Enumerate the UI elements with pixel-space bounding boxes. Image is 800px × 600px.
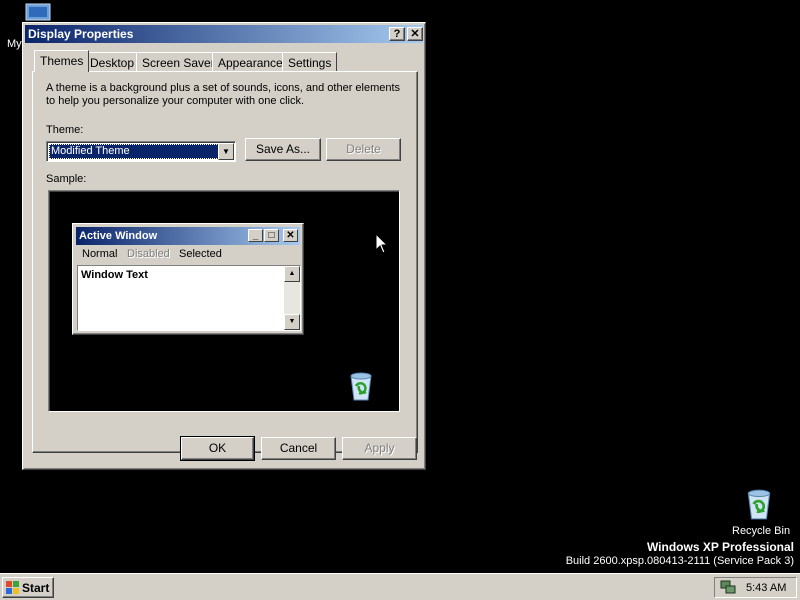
sample-window-title: Active Window	[79, 230, 158, 242]
cancel-button[interactable]: Cancel	[261, 437, 336, 460]
scroll-down-icon: ▼	[284, 314, 300, 330]
network-tray-icon[interactable]	[720, 580, 736, 595]
scroll-up-icon: ▲	[284, 266, 300, 282]
sample-scrollbar: ▲ ▼	[284, 266, 300, 330]
theme-label: Theme:	[46, 124, 84, 136]
sample-menu-selected: Selected	[179, 248, 222, 260]
sample-menu-normal: Normal	[82, 248, 118, 260]
sample-active-window: Active Window _ □ ✕ Normal Disabled Sele…	[72, 223, 304, 335]
dropdown-arrow-button[interactable]: ▼	[218, 143, 234, 160]
theme-description-line2: to help you personalize your computer wi…	[46, 95, 305, 107]
save-as-button[interactable]: Save As...	[245, 138, 321, 161]
title-bar[interactable]: Display Properties ? ✕	[25, 25, 423, 43]
windows-flag-icon	[6, 581, 19, 594]
close-icon: ✕	[410, 28, 420, 40]
os-watermark-title: Windows XP Professional	[646, 540, 794, 554]
apply-button[interactable]: Apply	[342, 437, 417, 460]
start-label: Start	[22, 581, 50, 595]
help-button[interactable]: ?	[389, 27, 405, 41]
sample-minimize-icon: _	[248, 229, 263, 242]
theme-dropdown[interactable]: Modified Theme ▼	[46, 141, 236, 162]
sample-window-text: Window Text	[81, 269, 148, 281]
delete-button[interactable]: Delete	[326, 138, 401, 161]
sample-title-bar: Active Window _ □ ✕	[76, 227, 300, 245]
sample-label: Sample:	[46, 173, 87, 185]
tab-settings[interactable]: Settings	[282, 52, 338, 72]
ok-button[interactable]: OK	[180, 436, 255, 461]
sample-menu-disabled: Disabled	[127, 248, 170, 260]
cursor-icon	[375, 233, 389, 254]
recycle-bin-icon	[747, 489, 771, 520]
tab-screen-saver[interactable]: Screen Saver	[136, 52, 221, 72]
sample-text-area: Window Text ▲ ▼	[77, 265, 301, 331]
sample-recycle-bin-icon	[346, 370, 376, 405]
tab-desktop[interactable]: Desktop	[84, 52, 141, 72]
sample-maximize-icon: □	[264, 229, 279, 242]
start-button[interactable]: Start	[2, 577, 54, 598]
my-computer-icon	[25, 3, 51, 21]
theme-dropdown-value: Modified Theme	[49, 144, 219, 159]
os-watermark-build: Build 2600.xpsp.080413-2111 (Service Pac…	[565, 555, 794, 567]
window-title: Display Properties	[28, 27, 134, 41]
clock[interactable]: 5:43 AM	[746, 582, 786, 594]
chevron-down-icon: ▼	[222, 147, 230, 156]
tab-appearance[interactable]: Appearance	[212, 52, 289, 72]
tab-themes[interactable]: Themes	[34, 50, 90, 72]
sample-close-icon: ✕	[283, 229, 298, 242]
system-tray: 5:43 AM	[714, 577, 797, 598]
recycle-bin-desktop-icon[interactable]	[743, 487, 775, 524]
close-button[interactable]: ✕	[407, 27, 423, 41]
my-computer-label[interactable]: My	[7, 38, 22, 50]
recycle-bin-label[interactable]: Recycle Bin	[732, 525, 790, 537]
theme-description-line1: A theme is a background plus a set of so…	[46, 82, 401, 94]
taskbar: Start 5:43 AM	[0, 573, 800, 600]
